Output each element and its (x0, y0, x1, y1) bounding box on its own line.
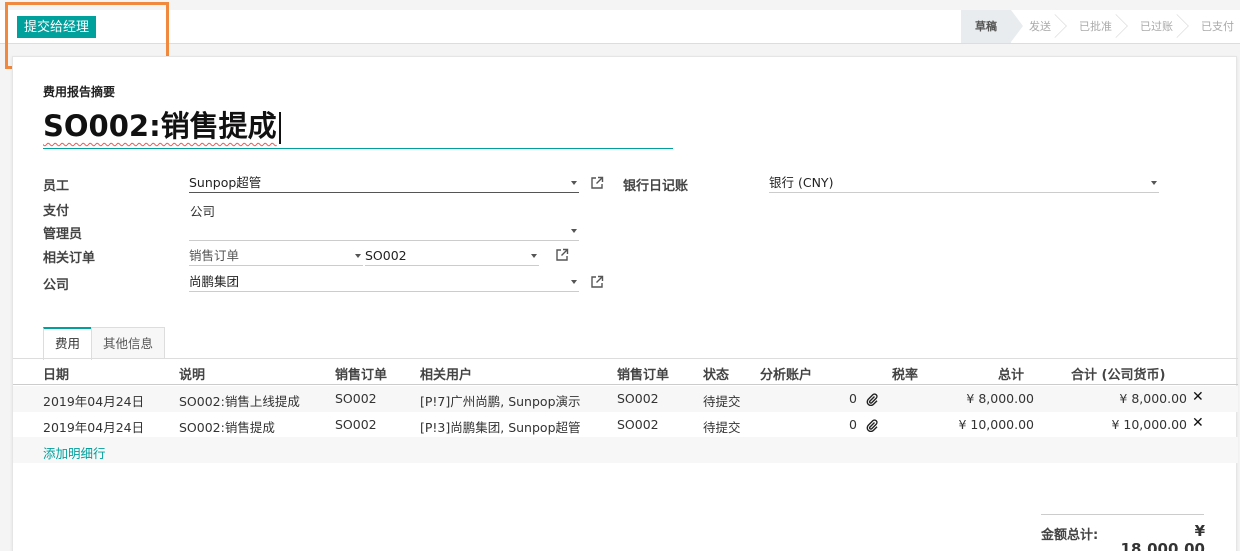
col-sale-order[interactable]: 销售订单 (335, 364, 387, 383)
cell-description: SO002:销售提成 (179, 420, 275, 435)
payment-label: 支付 (43, 204, 70, 219)
external-link-icon[interactable] (590, 275, 604, 289)
amount-total-value: ¥ 18,000.00 (1120, 522, 1205, 551)
notebook-tabs: 费用 其他信息 (43, 327, 166, 360)
delete-row-icon[interactable]: ✕ (1192, 389, 1204, 405)
summary-label: 费用报告摘要 (43, 85, 116, 99)
tab-other-info[interactable]: 其他信息 (91, 327, 166, 359)
stage-paid[interactable]: 已支付 (1183, 10, 1240, 43)
cell-description: SO002:销售上线提成 (179, 394, 300, 409)
col-tax[interactable]: 税率 (892, 364, 918, 383)
company-field[interactable]: 尚鹏集团 (189, 272, 579, 292)
text-cursor (278, 112, 281, 144)
chevron-down-icon (355, 254, 361, 258)
tab-expenses[interactable]: 费用 (43, 327, 93, 360)
cell-related-user: [P!7]广州尚鹏, Sunpop演示 (420, 394, 581, 409)
col-analytic-account[interactable]: 分析账户 (760, 364, 812, 383)
chevron-down-icon (531, 254, 537, 258)
bank-journal-label: 银行日记账 (623, 179, 689, 194)
chevron-down-icon (1151, 181, 1157, 185)
payment-value: 公司 (190, 204, 216, 219)
cell-attachment-count: 0 (849, 391, 857, 406)
cell-state: 待提交 (703, 420, 741, 435)
paperclip-icon[interactable] (866, 393, 878, 406)
employee-label: 员工 (43, 179, 70, 194)
col-description[interactable]: 说明 (179, 364, 205, 383)
cell-sale-order-2: SO002 (617, 391, 659, 406)
stage-posted[interactable]: 已过账 (1122, 10, 1189, 43)
external-link-icon[interactable] (590, 176, 604, 190)
cell-company-total: ¥ 10,000.00 (1111, 417, 1187, 432)
cell-state: 待提交 (703, 394, 741, 409)
related-order-field[interactable]: SO002 (365, 246, 539, 266)
cell-date: 2019年04月24日 (43, 394, 145, 409)
related-order-label: 相关订单 (43, 251, 96, 266)
related-order-model-select[interactable]: 销售订单 (189, 246, 363, 266)
form-sheet: 费用报告摘要 SO002:销售提成 员工 Sunpop超管 支付 公司 管理员 … (12, 56, 1238, 551)
table-footer (13, 437, 1238, 463)
amount-total-label: 金额总计: (1041, 528, 1099, 543)
company-label: 公司 (43, 278, 70, 293)
col-state[interactable]: 状态 (703, 364, 729, 383)
col-total[interactable]: 总计 (998, 364, 1024, 383)
stage-sent[interactable]: 发送 (1011, 10, 1067, 43)
report-title-input[interactable]: SO002:销售提成 (43, 103, 673, 149)
cell-related-user: [P!3]尚鹏集团, Sunpop超管 (420, 420, 581, 435)
col-date[interactable]: 日期 (43, 364, 69, 383)
table-header: 日期 说明 销售订单 相关用户 销售订单 状态 分析账户 税率 总计 合计 (公… (13, 359, 1238, 385)
cell-total: ¥ 8,000.00 (966, 391, 1034, 406)
employee-field[interactable]: Sunpop超管 (189, 173, 579, 193)
chevron-down-icon (571, 181, 577, 185)
stage-draft[interactable]: 草稿 (961, 10, 1023, 43)
cell-company-total: ¥ 8,000.00 (1119, 391, 1187, 406)
paperclip-icon[interactable] (866, 419, 878, 432)
cell-date: 2019年04月24日 (43, 420, 145, 435)
delete-row-icon[interactable]: ✕ (1192, 415, 1204, 431)
cell-sale-order-2: SO002 (617, 417, 659, 432)
cell-attachment-count: 0 (849, 417, 857, 432)
external-link-icon[interactable] (555, 248, 569, 262)
col-related-user[interactable]: 相关用户 (420, 364, 472, 383)
add-line-link[interactable]: 添加明细行 (43, 443, 106, 462)
bank-journal-field[interactable]: 银行 (CNY) (769, 173, 1159, 193)
table-row[interactable]: 2019年04月24日 SO002:销售上线提成 SO002 [P!7]广州尚鹏… (13, 386, 1238, 412)
stage-pipeline: 草稿 发送 已批准 已过账 已支付 (961, 10, 1240, 43)
total-divider (1041, 514, 1204, 515)
cell-sale-order: SO002 (335, 417, 377, 432)
cell-total: ¥ 10,000.00 (958, 417, 1034, 432)
col-sale-order-2[interactable]: 销售订单 (617, 364, 669, 383)
table-row[interactable]: 2019年04月24日 SO002:销售提成 SO002 [P!3]尚鹏集团, … (13, 412, 1238, 438)
manager-field[interactable] (189, 221, 579, 241)
status-bar: 提交给经理 草稿 发送 已批准 已过账 已支付 (0, 10, 1240, 44)
col-company-total[interactable]: 合计 (公司货币) (1071, 364, 1165, 383)
stage-approved[interactable]: 已批准 (1061, 10, 1128, 43)
manager-label: 管理员 (43, 227, 83, 242)
chevron-down-icon (571, 229, 577, 233)
chevron-down-icon (571, 280, 577, 284)
cell-sale-order: SO002 (335, 391, 377, 406)
